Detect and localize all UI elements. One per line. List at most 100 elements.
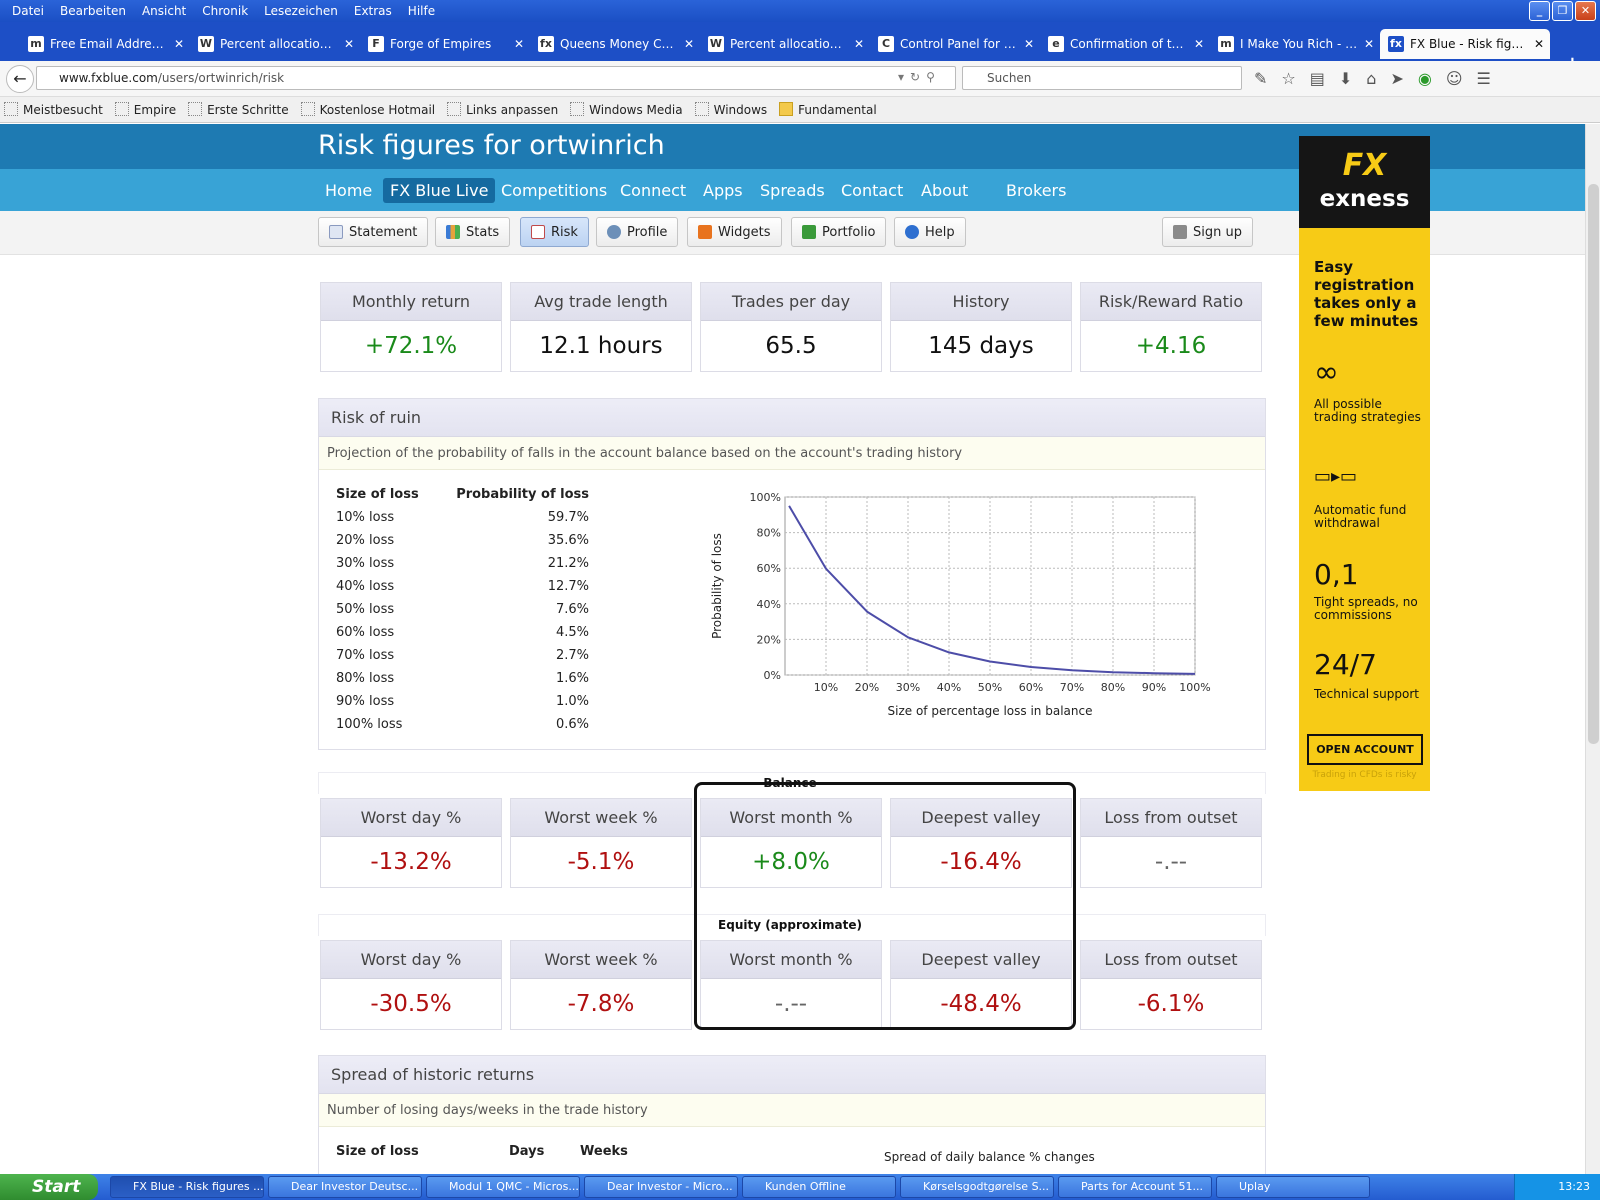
nav-brokers[interactable]: Brokers (999, 178, 1073, 203)
profile-button[interactable]: Profile (596, 217, 679, 247)
risk-chart-icon (531, 225, 545, 239)
nav-apps[interactable]: Apps (696, 178, 750, 203)
help-button[interactable]: Help (894, 217, 966, 247)
cell-prob: 35.6% (547, 533, 589, 548)
taskbar-item[interactable]: Parts for Account 51... (1058, 1176, 1212, 1198)
menu-chronik[interactable]: Chronik (194, 2, 256, 20)
stat-value: -5.1% (567, 849, 635, 875)
extension-icon[interactable]: ◉ (1418, 69, 1432, 88)
risk-button[interactable]: Risk (520, 217, 589, 247)
maximize-button[interactable]: ❐ (1552, 1, 1573, 21)
reload-icon[interactable]: ↻ (910, 70, 926, 84)
y-tick-label: 60% (757, 562, 781, 575)
reading-list-icon[interactable]: ▤ (1310, 69, 1325, 88)
nav-fx-blue-live[interactable]: FX Blue Live (383, 178, 496, 203)
y-tick-label: 0% (764, 669, 781, 682)
equity-worst-week: Worst week % -7.8% (510, 940, 692, 1030)
browser-tab[interactable]: e Confirmation of the a... ✕ (1040, 29, 1210, 59)
taskbar-item[interactable]: Modul 1 QMC - Micros... (426, 1176, 580, 1198)
browser-tab[interactable]: C Control Panel for Sig... ✕ (870, 29, 1040, 59)
bookmark-windows[interactable]: Windows (695, 102, 768, 117)
sign-up-label: Sign up (1193, 224, 1242, 240)
stat-label: Worst day % (321, 799, 501, 837)
tab-close-icon[interactable]: ✕ (684, 37, 700, 51)
vertical-scrollbar[interactable] (1585, 124, 1600, 1174)
tab-close-icon[interactable]: ✕ (1364, 37, 1380, 51)
tab-close-icon[interactable]: ✕ (1194, 37, 1210, 51)
address-bar[interactable]: www.fxblue.com/users/ortwinrich/risk (36, 66, 956, 90)
browser-tab[interactable]: F Forge of Empires ✕ (360, 29, 530, 59)
stat-value: -6.1% (1137, 991, 1205, 1017)
tab-favicon-icon: fx (538, 36, 554, 52)
bookmark-meistbesucht[interactable]: Meistbesucht (4, 102, 103, 117)
nav-contact[interactable]: Contact (834, 178, 910, 203)
tab-close-icon[interactable]: ✕ (174, 37, 190, 51)
cell-prob: 12.7% (547, 579, 589, 594)
tab-favicon-icon: C (878, 36, 894, 52)
tab-close-icon[interactable]: ✕ (1534, 37, 1550, 51)
menu-ansicht[interactable]: Ansicht (134, 2, 194, 20)
tab-close-icon[interactable]: ✕ (1024, 37, 1040, 51)
x-tick-label: 60% (1019, 681, 1043, 694)
browser-tab-active[interactable]: fx FX Blue - Risk figures ... ✕ (1380, 29, 1550, 59)
close-window-button[interactable]: ✕ (1575, 1, 1596, 21)
browser-tab[interactable]: W Percent allocation ma... ✕ (700, 29, 870, 59)
nav-about[interactable]: About (914, 178, 975, 203)
exness-advertisement[interactable]: FX exness Easy registration takes only a… (1299, 136, 1430, 791)
taskbar-item[interactable]: FX Blue - Risk figures ... (110, 1176, 264, 1198)
bookmark-star-icon[interactable]: ☆ (1281, 69, 1295, 88)
stats-button[interactable]: Stats (435, 217, 511, 247)
table-row: 80% loss 1.6% (336, 667, 589, 690)
tab-close-icon[interactable]: ✕ (854, 37, 870, 51)
bookmark-windows-media[interactable]: Windows Media (570, 102, 682, 117)
portfolio-button[interactable]: Portfolio (791, 217, 887, 247)
tab-favicon-icon: m (1218, 36, 1234, 52)
widgets-button[interactable]: Widgets (687, 217, 782, 247)
statement-button[interactable]: Statement (318, 217, 429, 247)
taskbar-item[interactable]: Dear Investor Deutsc... (268, 1176, 422, 1198)
home-icon[interactable]: ⌂ (1366, 69, 1376, 88)
search-input[interactable]: Suchen (962, 66, 1242, 90)
taskbar-item[interactable]: Kørselsgodtgørelse S... (900, 1176, 1054, 1198)
risk-label: Risk (551, 224, 578, 240)
bookmark-empire[interactable]: Empire (115, 102, 176, 117)
minimize-button[interactable]: _ (1529, 1, 1550, 21)
scrollbar-thumb[interactable] (1588, 184, 1599, 744)
browser-tab[interactable]: W Percent allocation ma... ✕ (190, 29, 360, 59)
addon-icon[interactable]: ✎ (1254, 69, 1267, 88)
open-account-button[interactable]: OPEN ACCOUNT (1307, 734, 1423, 765)
download-icon[interactable]: ⬇ (1339, 69, 1352, 88)
nav-spreads[interactable]: Spreads (753, 178, 832, 203)
bookmark-hotmail[interactable]: Kostenlose Hotmail (301, 102, 435, 117)
taskbar-item[interactable]: Uplay (1216, 1176, 1370, 1198)
nav-connect[interactable]: Connect (613, 178, 693, 203)
menu-lesezeichen[interactable]: Lesezeichen (256, 2, 346, 20)
tab-close-icon[interactable]: ✕ (514, 37, 530, 51)
menu-bearbeiten[interactable]: Bearbeiten (52, 2, 134, 20)
sign-up-button[interactable]: Sign up (1162, 217, 1253, 247)
browser-tab[interactable]: fx Queens Money Collec... ✕ (530, 29, 700, 59)
tab-title: Forge of Empires (390, 37, 492, 51)
menu-datei[interactable]: Datei (4, 2, 52, 20)
stat-value: -7.8% (567, 991, 635, 1017)
nav-competitions[interactable]: Competitions (494, 178, 614, 203)
taskbar-item[interactable]: Dear Investor - Micro... (584, 1176, 738, 1198)
back-arrow-icon[interactable]: ← (6, 65, 34, 93)
menu-hilfe[interactable]: Hilfe (400, 2, 443, 20)
search-go-icon[interactable]: ⚲ (926, 70, 941, 84)
bookmark-links-anpassen[interactable]: Links anpassen (447, 102, 558, 117)
chat-icon[interactable]: ☺ (1446, 69, 1463, 88)
browser-tab[interactable]: m Free Email Addresses... ✕ (20, 29, 190, 59)
taskbar-item[interactable]: Kunden Offline (742, 1176, 896, 1198)
dropdown-icon[interactable]: ▾ (898, 70, 910, 84)
start-button[interactable]: Start (0, 1174, 98, 1200)
browser-tab[interactable]: m I Make You Rich - Home ✕ (1210, 29, 1380, 59)
hamburger-menu-icon[interactable]: ☰ (1477, 69, 1491, 88)
bookmark-erste-schritte[interactable]: Erste Schritte (188, 102, 289, 117)
tab-close-icon[interactable]: ✕ (344, 37, 360, 51)
nav-home[interactable]: Home (318, 178, 379, 203)
send-icon[interactable]: ➤ (1390, 69, 1403, 88)
bookmark-folder-fundamental[interactable]: Fundamental (779, 102, 877, 117)
table-row: 50% loss 7.6% (336, 598, 589, 621)
menu-extras[interactable]: Extras (346, 2, 400, 20)
